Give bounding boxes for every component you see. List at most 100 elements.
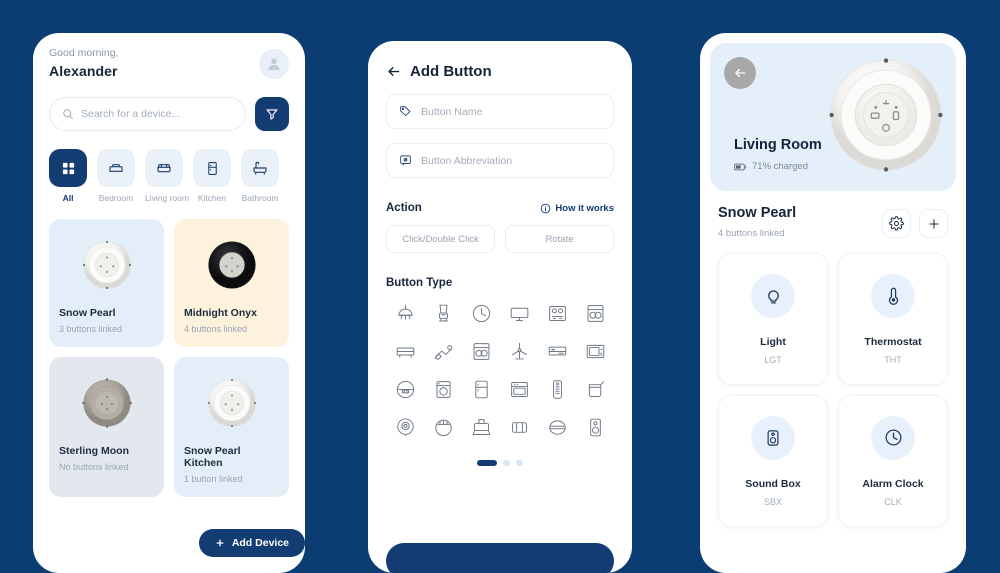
clock-icon bbox=[472, 304, 490, 323]
add-device-button[interactable]: Add Device bbox=[198, 529, 305, 557]
fridge-icon-wrap bbox=[193, 149, 231, 187]
filter-funnel-icon bbox=[266, 109, 278, 120]
button-type-option-hood[interactable] bbox=[386, 379, 424, 400]
button-type-option-remote-control[interactable] bbox=[538, 379, 576, 400]
button-abbreviation-field[interactable]: Button Abbreviation bbox=[386, 143, 614, 178]
grid-icon bbox=[62, 162, 74, 174]
oven-icon bbox=[510, 382, 528, 397]
back-button[interactable] bbox=[724, 57, 756, 89]
search-input[interactable]: Search for a device... bbox=[49, 97, 246, 131]
device-name: Snow Pearl Kitchen bbox=[184, 445, 241, 469]
grid-icon-wrap bbox=[49, 149, 87, 187]
device-hero: Living Room 71% charged bbox=[710, 43, 956, 191]
function-card-thermostat[interactable]: Thermostat THT bbox=[838, 253, 948, 385]
search-row: Search for a device... bbox=[49, 97, 289, 131]
action-option-click[interactable]: Click/Double Click bbox=[386, 225, 495, 253]
function-card-light[interactable]: Light LGT bbox=[718, 253, 828, 385]
sidebar-item-bathroom[interactable]: Bathroom bbox=[241, 149, 279, 203]
vacuum-icon bbox=[434, 345, 452, 360]
arrow-left-icon[interactable] bbox=[386, 64, 401, 79]
device-name: Midnight Onyx bbox=[184, 307, 257, 319]
button-type-option-vacuum[interactable] bbox=[424, 341, 462, 362]
button-type-option-toaster[interactable] bbox=[462, 417, 500, 438]
room-label-living-room: Living room bbox=[145, 193, 189, 203]
speaker-pair-icon bbox=[511, 422, 527, 433]
pagination-dot[interactable] bbox=[503, 460, 510, 466]
heater-icon bbox=[396, 347, 414, 358]
button-type-option-microwave[interactable] bbox=[576, 341, 614, 362]
button-type-option-oven[interactable] bbox=[500, 379, 538, 400]
function-abbr: THT bbox=[884, 354, 902, 365]
filter-button[interactable] bbox=[255, 97, 289, 131]
button-type-option-air-conditioner[interactable] bbox=[538, 341, 576, 362]
button-name-field[interactable]: Button Name bbox=[386, 94, 614, 129]
device-card-sterling-moon[interactable]: Sterling Moon No buttons linked bbox=[49, 357, 164, 497]
thermometer-icon bbox=[888, 287, 898, 305]
washing-machine-icon bbox=[435, 381, 451, 398]
button-type-option-camera[interactable] bbox=[386, 417, 424, 438]
action-options: Click/Double Click Rotate bbox=[386, 225, 614, 253]
button-type-option-washing-machine[interactable] bbox=[424, 379, 462, 400]
room-label-bathroom: Bathroom bbox=[241, 193, 279, 203]
settings-button[interactable] bbox=[882, 209, 911, 238]
button-type-option-refrigerator[interactable] bbox=[462, 379, 500, 400]
greeting-text: Good morning, bbox=[49, 47, 119, 59]
button-type-option-clock[interactable] bbox=[462, 303, 500, 324]
button-type-option-blender[interactable] bbox=[424, 303, 462, 324]
pagination-dots bbox=[386, 460, 614, 466]
sidebar-item-kitchen[interactable]: Kitchen bbox=[193, 149, 231, 203]
button-type-option-dishwasher[interactable] bbox=[576, 303, 614, 324]
sofa-icon bbox=[157, 164, 171, 173]
button-type-option-stove[interactable] bbox=[538, 303, 576, 324]
button-type-option-washer[interactable] bbox=[462, 341, 500, 362]
action-option-rotate[interactable]: Rotate bbox=[505, 225, 614, 253]
action-section-header: Action How it works bbox=[386, 202, 614, 214]
button-type-option-speaker-pair[interactable] bbox=[500, 417, 538, 438]
device-card-snow-pearl[interactable]: Snow Pearl 3 buttons linked bbox=[49, 219, 164, 347]
home-header: Good morning, Alexander bbox=[49, 47, 289, 79]
button-type-option-fan[interactable] bbox=[500, 341, 538, 362]
function-grid: Light LGT Thermostat THT Sound Box SBX A… bbox=[710, 253, 956, 527]
how-it-works-link[interactable]: How it works bbox=[540, 203, 614, 214]
add-button[interactable] bbox=[919, 209, 948, 238]
thermometer-icon-wrap bbox=[871, 273, 915, 318]
button-type-option-tower-speaker[interactable] bbox=[576, 417, 614, 438]
blender-icon bbox=[438, 304, 448, 322]
device-thumbnail bbox=[59, 231, 154, 299]
button-type-option-scale[interactable] bbox=[538, 417, 576, 438]
pagination-dot-active[interactable] bbox=[477, 460, 497, 466]
function-label: Thermostat bbox=[864, 335, 922, 348]
refrigerator-icon bbox=[474, 380, 488, 399]
sidebar-item-all[interactable]: All bbox=[49, 149, 87, 203]
button-name-placeholder: Button Name bbox=[421, 105, 483, 118]
avatar[interactable] bbox=[259, 49, 289, 79]
washer-icon bbox=[473, 343, 489, 360]
button-type-option-kettle[interactable] bbox=[576, 379, 614, 400]
function-card-sound-box[interactable]: Sound Box SBX bbox=[718, 395, 828, 527]
dial-device-icon bbox=[82, 241, 131, 289]
add-device-label: Add Device bbox=[231, 537, 289, 549]
function-abbr: SBX bbox=[763, 496, 782, 507]
device-card-midnight-onyx[interactable]: Midnight Onyx 4 buttons linked bbox=[174, 219, 289, 347]
button-type-option-robot-vacuum[interactable] bbox=[424, 417, 462, 438]
arrow-left-icon bbox=[735, 68, 746, 78]
abbreviation-icon bbox=[400, 155, 411, 166]
lightbulb-icon bbox=[767, 290, 779, 304]
fridge-icon bbox=[207, 161, 217, 175]
button-type-option-pendant-lamp[interactable] bbox=[386, 303, 424, 324]
button-type-option-heater[interactable] bbox=[386, 341, 424, 362]
button-type-option-monitor[interactable] bbox=[500, 303, 538, 324]
device-card-snow-pearl-kitchen[interactable]: Snow Pearl Kitchen 1 button linked bbox=[174, 357, 289, 497]
device-thumbnail bbox=[184, 369, 279, 437]
room-label-all: All bbox=[62, 193, 74, 203]
pagination-dot[interactable] bbox=[516, 460, 523, 466]
sidebar-item-living-room[interactable]: Living room bbox=[145, 149, 189, 203]
function-card-alarm-clock[interactable]: Alarm Clock CLK bbox=[838, 395, 948, 527]
hero-device-image bbox=[822, 51, 950, 179]
room-name: Living Room bbox=[734, 137, 822, 153]
device-subtitle: 4 buttons linked bbox=[718, 228, 785, 239]
camera-icon bbox=[396, 418, 414, 436]
sidebar-item-bedroom[interactable]: Bedroom bbox=[97, 149, 135, 203]
primary-cta-button[interactable] bbox=[386, 543, 614, 573]
robot-vacuum-icon bbox=[434, 419, 452, 437]
